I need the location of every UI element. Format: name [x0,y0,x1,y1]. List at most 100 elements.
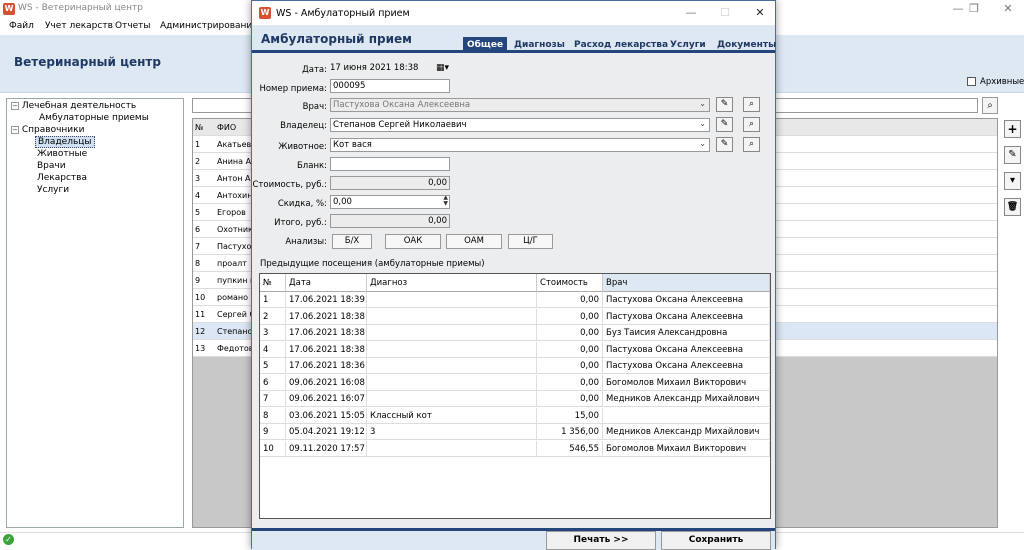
main-menubar: Файл Учет лекарств Отчеты Администрирова… [0,18,260,35]
collapse-icon[interactable]: − [11,102,19,110]
visit-date: 05.04.2021 19:12 [286,424,367,440]
minimize-icon[interactable]: — [679,5,703,21]
visits-header-doctor[interactable]: Врач [603,274,770,292]
search-icon[interactable]: ⌕ [982,97,998,114]
tree-node-ambulatory[interactable]: Амбулаторные приемы [39,113,149,123]
tree-node-doctors[interactable]: Врачи [37,161,66,171]
animal-edit-pencil-icon[interactable]: ✎ [716,137,733,152]
animal-search-icon[interactable]: ⌕ [743,137,760,152]
grid-header-name[interactable]: ФИО [217,123,236,132]
save-button[interactable]: Сохранить [661,531,771,550]
tree-node-medical[interactable]: − Лечебная деятельность [11,101,136,111]
menu-file[interactable]: Файл [9,21,34,31]
delete-button[interactable]: 🗑 [1004,198,1021,216]
table-row[interactable]: 9 05.04.2021 19:12 3 1 356,00 Медников Алекс… [260,424,770,440]
visit-diagnosis [367,341,537,358]
menu-drug-accounting[interactable]: Учет лекарств [45,21,113,31]
restore-icon[interactable]: ❐ [962,1,986,17]
visit-date: 17.06.2021 18:38 [286,325,367,341]
modal-title: WS - Амбулаторный прием [276,8,410,19]
tree-node-drugs[interactable]: Лекарства [37,173,87,183]
table-row[interactable]: 3 17.06.2021 18:38 0,00 Буз Таисия Александ… [260,325,770,341]
analysis-cbc-button[interactable]: ОАК [385,234,441,249]
tab-documents[interactable]: Документы [713,37,780,53]
table-row[interactable]: 8 03.06.2021 15:05 Классный кот 15,00 [260,407,770,424]
tree-node-references[interactable]: − Справочники [11,125,84,135]
visit-date: 09.06.2021 16:08 [286,374,367,391]
visit-num: 1 [260,292,286,308]
visits-header-num[interactable]: № [260,274,286,292]
table-row[interactable]: 2 17.06.2021 18:38 0,00 Пастухова Оксана Ал… [260,308,770,325]
visit-num: 2 [260,308,286,325]
visit-cost: 0,00 [537,341,603,358]
animal-select[interactable]: Кот вася ⌄ [330,138,710,152]
doctor-search-icon[interactable]: ⌕ [743,97,760,112]
archive-button[interactable]: ▾ [1004,172,1021,190]
main-window-title: WS - Ветеринарный центр [18,3,143,13]
analysis-cytology-button[interactable]: Ц/Г [508,234,553,249]
visits-header-cost[interactable]: Стоимость [537,274,603,292]
tab-drug-usage[interactable]: Расход лекарства [570,37,672,53]
date-picker[interactable]: 17 июня 2021 18:38 ▦▾ [330,63,449,77]
blank-input[interactable] [330,157,450,171]
owner-select[interactable]: Степанов Сергей Николаевич ⌄ [330,118,710,132]
visit-date: 09.11.2020 17:57 [286,440,367,457]
number-label: Номер приема: [259,84,327,94]
collapse-icon[interactable]: − [11,126,19,134]
visit-num: 9 [260,424,286,440]
modal-titlebar: W WS - Амбулаторный прием — ☐ ✕ [252,1,775,25]
visit-cost: 15,00 [537,407,603,424]
date-label: Дата: [302,65,327,75]
tab-general[interactable]: Общее [463,37,508,53]
visit-num: 5 [260,358,286,374]
table-row[interactable]: 1 17.06.2021 18:39 0,00 Пастухова Оксана Ал… [260,292,770,308]
archive-label: Архивные [980,77,1024,87]
table-row[interactable]: 10 09.11.2020 17:57 546,55 Богомолов Михаил… [260,440,770,457]
tree-node-services[interactable]: Услуги [37,185,69,195]
close-icon[interactable]: ✕ [748,5,772,21]
analyses-label: Анализы: [285,237,327,247]
visit-diagnosis: Классный кот [367,407,537,424]
reception-number-input[interactable]: 000095 [330,79,450,93]
tab-diagnoses[interactable]: Диагнозы [510,37,569,53]
doctor-edit-pencil-icon[interactable]: ✎ [716,97,733,112]
doctor-label: Врач: [302,102,327,112]
edit-button[interactable]: ✎ [1004,146,1021,164]
tree-node-owners[interactable]: Владельцы [35,136,95,148]
visit-date: 17.06.2021 18:36 [286,358,367,374]
grid-header-num[interactable]: № [195,123,213,132]
visit-diagnosis [367,440,537,457]
table-row[interactable]: 7 09.06.2021 16:07 0,00 Медников Александр … [260,391,770,407]
discount-stepper[interactable]: 0,00 ▲ ▼ [330,195,450,209]
analysis-biochem-button[interactable]: Б/Х [332,234,372,249]
analysis-urine-button[interactable]: ОАМ [446,234,502,249]
total-field: 0,00 [330,214,450,228]
table-row[interactable]: 6 09.06.2021 16:08 0,00 Богомолов Михаил Ви… [260,374,770,391]
animal-label: Животное: [278,142,327,152]
tab-services[interactable]: Услуги [666,37,710,53]
visits-header-diagnosis[interactable]: Диагноз [367,274,537,292]
check-icon: ✓ [3,534,14,545]
owner-edit-pencil-icon[interactable]: ✎ [716,117,733,132]
owner-search-icon[interactable]: ⌕ [743,117,760,132]
visit-doctor: Пастухова Оксана Алексеевна [603,358,770,374]
archive-checkbox[interactable] [967,77,976,86]
print-button[interactable]: Печать >> [546,531,656,550]
doctor-select[interactable]: Пастухова Оксана Алексеевна ⌄ [330,98,710,112]
menu-reports[interactable]: Отчеты [115,21,151,31]
close-icon[interactable]: ✕ [996,1,1020,17]
table-row[interactable]: 4 17.06.2021 18:38 0,00 Пастухова Оксана Ал… [260,341,770,358]
tree-node-animals[interactable]: Животные [37,149,87,159]
visit-diagnosis: 3 [367,424,537,440]
table-row[interactable]: 5 17.06.2021 18:36 0,00 Пастухова Оксана Ал… [260,358,770,374]
visit-num: 3 [260,325,286,341]
calendar-icon[interactable]: ▦▾ [436,63,449,73]
visit-num: 4 [260,341,286,358]
visit-diagnosis [367,358,537,374]
visit-date: 09.06.2021 16:07 [286,391,367,407]
visits-label: Предыдущие посещения (амбулаторные прием… [260,259,485,269]
visit-num: 7 [260,391,286,407]
add-button[interactable]: + [1004,120,1021,138]
visits-header-date[interactable]: Дата [286,274,367,292]
menu-administration[interactable]: Администрирование [160,21,258,31]
